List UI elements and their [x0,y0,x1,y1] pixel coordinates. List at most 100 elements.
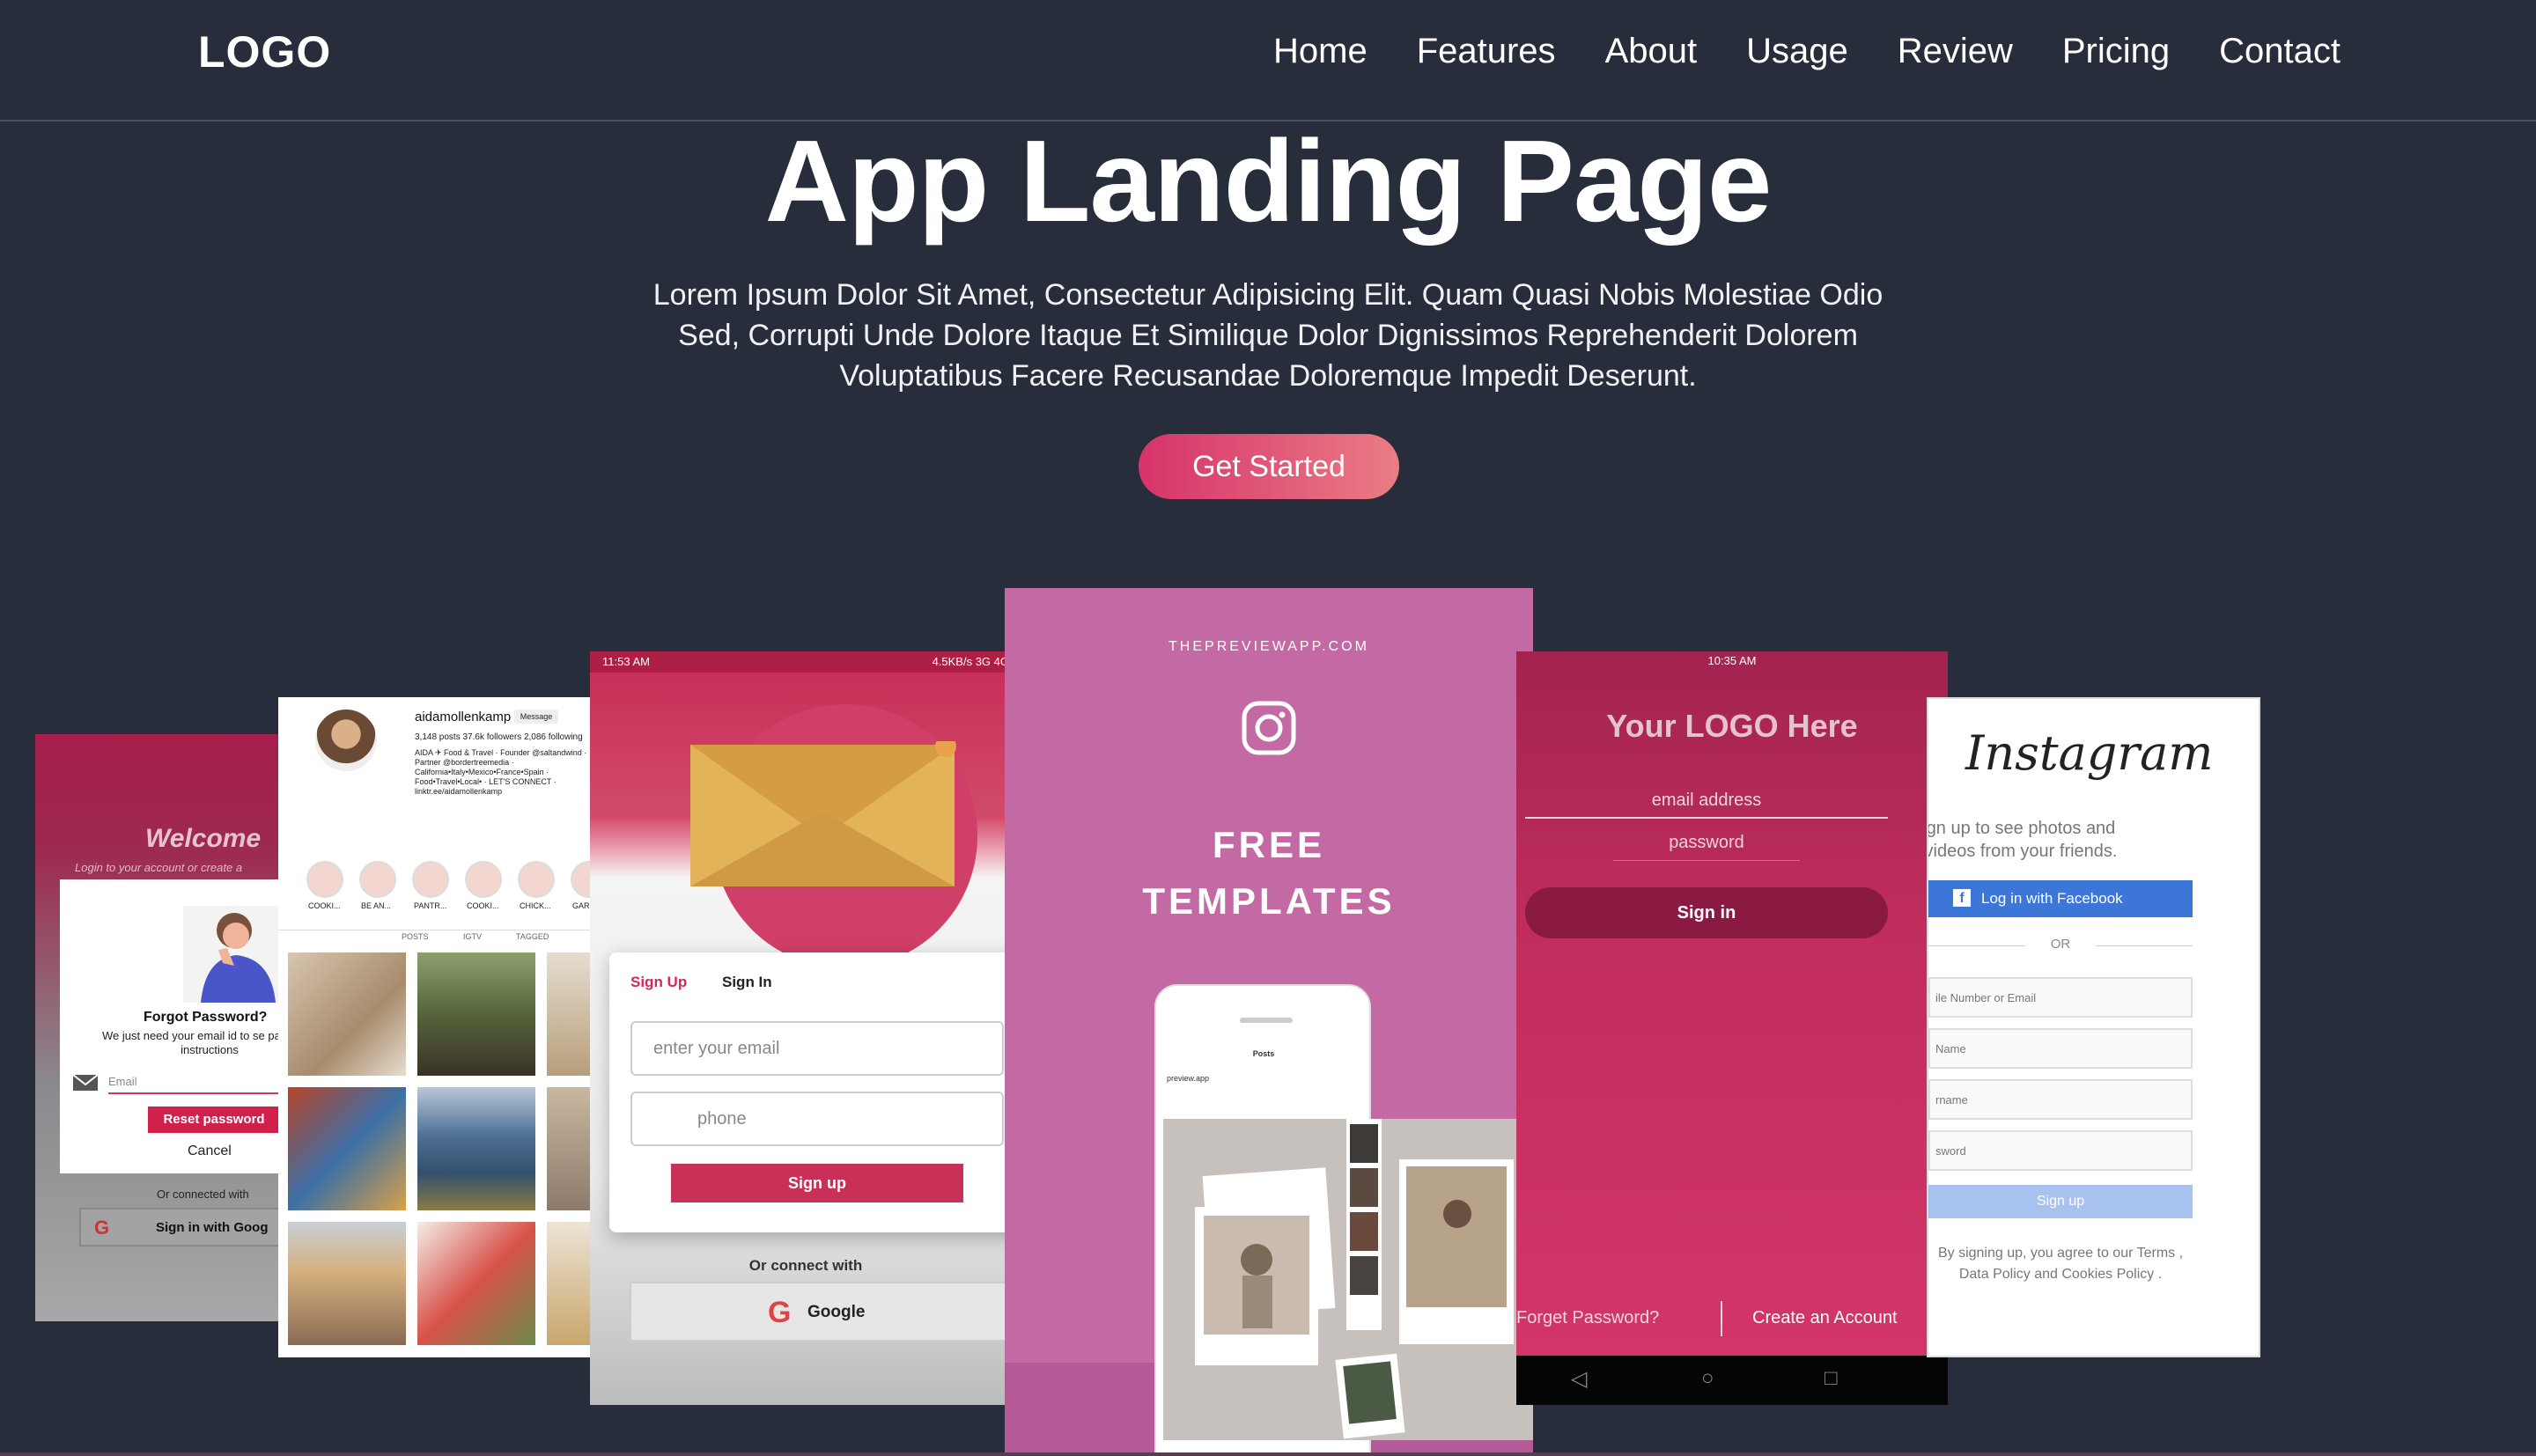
photo-thumbnail[interactable] [288,1222,406,1345]
nav-home[interactable]: Home [1273,32,1368,71]
get-started-button[interactable]: Get Started [1139,434,1399,499]
signin-button[interactable]: Sign in [1525,887,1888,938]
photo-grid [288,952,604,1345]
welcome-heading: Welcome [145,824,262,853]
screenshot-instagram-profile: aidamollenkamp Message 3,148 posts 37.6k… [278,697,604,1357]
forgot-title: Forgot Password? [144,1010,268,1025]
photo-thumbnail[interactable] [417,952,535,1076]
google-icon: G [768,1296,792,1329]
google-button[interactable]: G Google [630,1282,1021,1342]
nav-about[interactable]: About [1605,32,1698,71]
screenshot-forgot-password: Welcome Login to your account or create … [35,734,299,1321]
nav-review[interactable]: Review [1898,32,2013,71]
forgot-modal: Forgot Password? We just need your email… [60,879,299,1173]
forgot-description: We just need your email id to se passwor… [102,1029,299,1056]
photo-board [1163,1119,1533,1440]
highlight-5[interactable] [518,861,555,898]
tab-posts[interactable]: POSTS [402,932,429,941]
phone-username: preview.app [1167,1074,1210,1083]
home-icon[interactable]: ○ [1701,1366,1714,1391]
nav-contact[interactable]: Contact [2219,32,2341,71]
navbar: LOGO Home Features About Usage Review Pr… [0,0,2536,121]
mobile-email-field[interactable]: ile Number or Email [1928,977,2193,1018]
or-divider-right [2096,945,2193,946]
divider [1721,1301,1722,1336]
highlight-4[interactable] [465,861,502,898]
recents-icon[interactable]: □ [1825,1366,1838,1391]
tab-tagged[interactable]: TAGGED [516,932,549,941]
profile-tabs: POSTS IGTV TAGGED [278,930,604,944]
status-time: 11:53 AM [602,655,650,668]
photo-thumbnail[interactable] [288,1087,406,1210]
back-icon[interactable]: ◁ [1571,1366,1587,1392]
highlight-2[interactable] [359,861,396,898]
password-field[interactable]: sword [1928,1130,2193,1171]
screenshot-preview-promo: THEPREVIEWAPP.COM FREE TEMPLATES Posts p… [1005,588,1533,1456]
facebook-icon: f [1953,889,1971,907]
status-time: 10:35 AM [1707,654,1757,667]
email-field[interactable]: Email [108,1075,299,1094]
instagram-signup-button[interactable]: Sign up [1928,1185,2193,1218]
profile-username: aidamollenkamp [415,710,512,724]
highlight-1[interactable] [306,861,343,898]
screenshot-signup: 11:53 AM 4.5KB/s 3G 4G Sign Up Sign In e… [590,651,1021,1405]
bottom-border [0,1452,2536,1456]
nav-features[interactable]: Features [1417,32,1556,71]
nav-menu: Home Features About Usage Review Pricing… [1273,32,2341,71]
hero-title: App Landing Page [764,116,1773,246]
email-address-field[interactable]: email address [1525,783,1888,819]
android-nav-bar: ◁ ○ □ [1516,1356,1948,1405]
or-label: OR [2050,937,2071,952]
message-button[interactable]: Message [514,710,558,724]
nav-pricing[interactable]: Pricing [2062,32,2170,71]
highlight-label: COOKI... [308,901,341,910]
google-signin-label: Sign in with Goog [156,1220,269,1235]
reset-password-button[interactable]: Reset password [148,1107,280,1133]
google-signin-button[interactable]: G Sign in with Goog [79,1208,299,1246]
nav-usage[interactable]: Usage [1746,32,1848,71]
phone-speaker [1240,1018,1293,1023]
tab-signup[interactable]: Sign Up [630,974,687,991]
phone-input[interactable]: phone [630,1092,1004,1146]
welcome-subtitle: Login to your account or create a [75,861,243,874]
login-logo: Your LOGO Here [1606,708,1858,744]
screenshot-login: 10:35 AM Your LOGO Here email address pa… [1516,651,1948,1405]
highlight-3[interactable] [412,861,449,898]
profile-stats: 3,148 posts 37.6k followers 2,086 follow… [415,732,583,742]
highlight-label: BE AN... [361,901,392,910]
or-connect-label: Or connect with [748,1257,863,1274]
screenshot-instagram-signup: Instagram gn up to see photos and videos… [1927,697,2260,1357]
highlight-label: CHICK... [520,901,551,910]
tab-signin[interactable]: Sign In [722,974,772,991]
photo-thumbnail[interactable] [417,1222,535,1345]
create-account-link[interactable]: Create an Account [1752,1308,1898,1328]
photo-thumbnail[interactable] [417,1087,535,1210]
promo-line-2: TEMPLATES [1142,880,1396,922]
promo-line-1: FREE [1212,824,1325,865]
highlight-label: COOKI... [467,901,499,910]
facebook-login-label: Log in with Facebook [1981,890,2123,907]
password-field[interactable]: password [1613,833,1800,861]
google-icon: G [94,1217,110,1239]
forgot-password-link[interactable]: Forget Password? [1516,1308,1659,1328]
facebook-login-button[interactable]: f Log in with Facebook [1928,880,2193,917]
preview-url: THEPREVIEWAPP.COM [1168,639,1369,654]
photo-collage-icon [1195,1119,1514,1439]
highlight-label: GAR [572,901,590,910]
username-field[interactable]: rname [1928,1079,2193,1120]
highlight-label: PANTR... [414,901,447,910]
hero-description: Lorem Ipsum Dolor Sit Amet, Consectetur … [652,278,1884,393]
profile-bio: AIDA ✈ Food & Travel · Founder @saltandw… [415,748,587,796]
logo[interactable]: LOGO [198,26,331,77]
tab-igtv[interactable]: IGTV [463,932,482,941]
avatar [315,710,377,771]
signup-card: Sign Up Sign In enter your email phone S… [609,952,1021,1232]
cancel-link[interactable]: Cancel [188,1143,232,1159]
name-field[interactable]: Name [1928,1028,2193,1069]
signup-button[interactable]: Sign up [671,1164,963,1202]
envelope-icon [690,741,956,886]
email-input[interactable]: enter your email [630,1021,1004,1076]
phone-screen-title: Posts [1252,1049,1275,1058]
phone-status: Posts preview.app [1167,1049,1360,1083]
photo-thumbnail[interactable] [288,952,406,1076]
